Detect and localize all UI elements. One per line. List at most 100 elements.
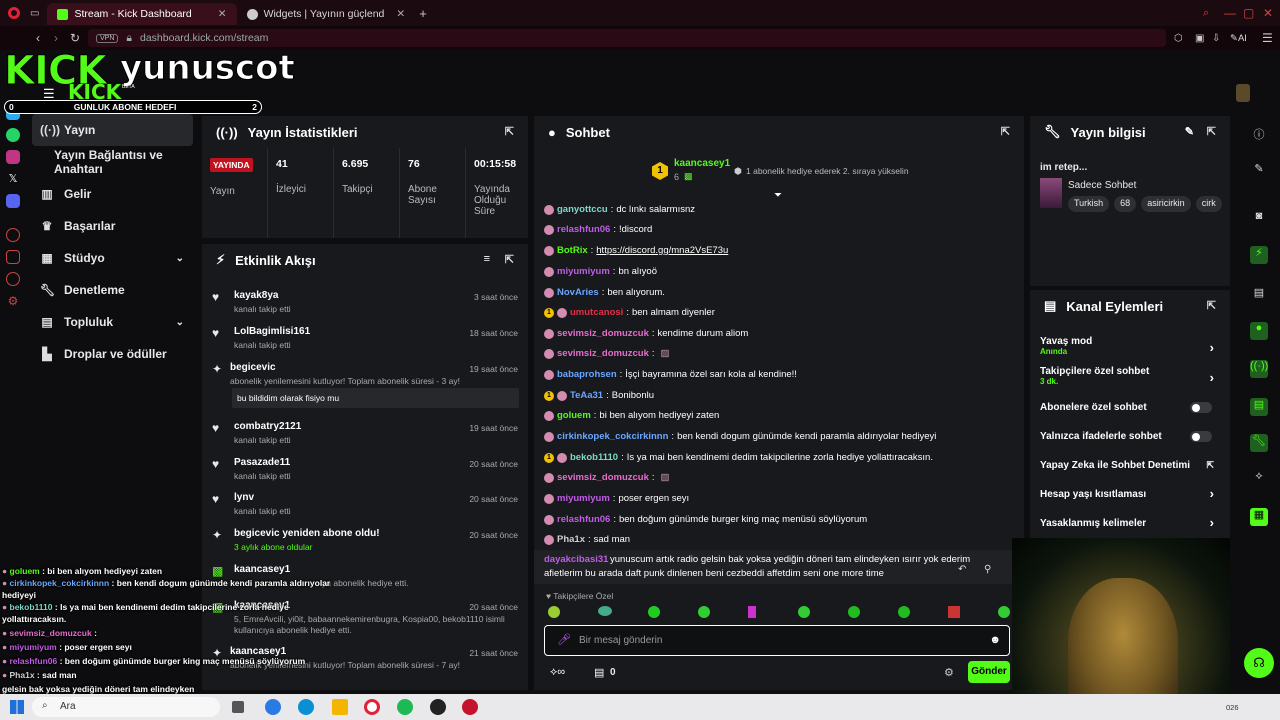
emote-icon[interactable] — [648, 606, 660, 618]
nav-drops[interactable]: ▙ Droplar ve ödüller — [26, 338, 200, 370]
chat-username[interactable]: relashfun06 — [557, 224, 610, 235]
slow-mode-row[interactable]: Yavaş mod Anında › — [1040, 336, 1222, 360]
download-icon[interactable]: ⇩ — [1212, 33, 1220, 44]
instagram-icon[interactable] — [6, 150, 20, 164]
back-icon[interactable]: ‹ — [36, 31, 40, 45]
nav-community[interactable]: ▤ Topluluk ⌄ — [26, 306, 200, 338]
toggle[interactable] — [1190, 431, 1212, 442]
camera-icon[interactable]: ◙ — [1250, 210, 1268, 228]
emote-icon[interactable] — [948, 606, 960, 618]
chat-username[interactable]: miyumiyum — [557, 266, 610, 277]
vpn-badge[interactable]: VPN — [96, 33, 119, 43]
chat-username[interactable]: sevimsiz_domuzcuk — [557, 472, 649, 483]
obs-icon[interactable] — [430, 699, 446, 715]
chat-message[interactable]: babaprohsen: İşçi bayramına özel sarı kol… — [544, 369, 797, 380]
history-icon[interactable] — [6, 228, 20, 242]
chat-message[interactable]: sevimsiz_domuzcuk: ▨ — [544, 348, 670, 359]
menu-icon[interactable]: ☰ — [1262, 31, 1273, 45]
file-explorer-icon[interactable] — [332, 699, 348, 715]
nav-studio[interactable]: ▦ Stüdyo ⌄ — [26, 242, 200, 274]
nav-stream-key[interactable]: Yayın Bağlantısı ve Anahtarı — [26, 146, 200, 178]
clapper-icon[interactable]: ▦ — [1250, 508, 1268, 526]
chat-username[interactable]: sevimsiz_domuzcuk — [557, 348, 649, 359]
share-icon[interactable]: ⟡ — [1250, 470, 1268, 488]
emotes-only-row[interactable]: Yalnızca ifadelerle sohbet — [1040, 431, 1222, 442]
gift-icon[interactable]: ⟡∞ — [550, 666, 565, 679]
reply-icon[interactable]: ↶ — [958, 564, 966, 575]
chat-message[interactable]: relashfun06: ben doğum günümde burger kin… — [544, 514, 867, 525]
edit-icon[interactable]: ✎ — [1185, 125, 1194, 138]
chat-username[interactable]: babaprohsen — [557, 369, 617, 380]
emote-icon[interactable] — [748, 606, 756, 618]
popout-icon[interactable]: ⇱ — [1001, 125, 1010, 138]
workspaces-icon[interactable]: ▭ — [30, 8, 39, 19]
chat-username[interactable]: umutcanosi — [570, 307, 623, 318]
opera-icon[interactable] — [364, 699, 380, 715]
emote-icon[interactable] — [848, 606, 860, 618]
chat-message[interactable]: 1 TeAa31: Bonibonlu — [544, 390, 654, 401]
spotify-icon[interactable] — [397, 699, 413, 715]
lightning-icon[interactable]: ⚡︎ — [1250, 246, 1268, 264]
popout-icon[interactable]: ⇱ — [1207, 125, 1216, 138]
chat-message[interactable]: BotRix: https://discord.gg/mna2VsE73u — [544, 245, 728, 256]
emote-icon[interactable] — [598, 606, 612, 616]
profile-avatar[interactable] — [1236, 84, 1250, 102]
x-icon[interactable]: 𝕏 — [6, 172, 20, 186]
windows-start-icon[interactable] — [10, 700, 24, 714]
mic-icon[interactable]: 🎤︎ — [557, 633, 571, 646]
emote-icon[interactable] — [998, 606, 1010, 618]
search-icon[interactable]: ⌕ — [1203, 7, 1209, 20]
chat-message[interactable]: miyumiyum: bn alıyoö — [544, 266, 657, 277]
emote-icon[interactable] — [548, 606, 560, 618]
broadcast-icon[interactable]: ((·)) — [1250, 360, 1268, 378]
edge-icon[interactable] — [298, 699, 314, 715]
chat-settings-icon[interactable]: ⚙ — [944, 666, 954, 679]
chat-username[interactable]: BotRix — [557, 245, 588, 256]
chat-bubble-icon[interactable]: ● — [1250, 322, 1268, 340]
emoji-icon[interactable]: ☻ — [989, 634, 1001, 646]
info-icon[interactable]: ⓘ — [1250, 126, 1268, 144]
tab-widgets[interactable]: Widgets | Yayının güçlend ✕ — [237, 3, 416, 25]
chat-username[interactable]: bekob1110 — [570, 452, 618, 463]
chat-message[interactable]: goluem: bi ben alıyom hediyeyi zaten — [544, 410, 719, 421]
media-player-icon[interactable] — [462, 699, 478, 715]
chat-message-input[interactable]: 🎤︎ Bir mesaj gönderin ☻ — [544, 625, 1010, 656]
store-icon[interactable]: ▤ — [594, 666, 604, 679]
toggle[interactable] — [1190, 402, 1212, 413]
support-icon[interactable]: ☊ — [1244, 648, 1274, 678]
chat-message[interactable]: cirkinkopek_cokcirkinnn: ben kendi dogum … — [544, 431, 936, 442]
popout-icon[interactable]: ⇱ — [1207, 299, 1216, 312]
nav-stream[interactable]: ((·)) Yayın — [32, 114, 193, 146]
chat-username[interactable]: TeAa31 — [570, 390, 603, 401]
banned-words-row[interactable]: Yasaklanmış kelimeler › — [1040, 515, 1222, 530]
chat-message[interactable]: sevimsiz_domuzcuk: kendime durum aliom — [544, 328, 748, 339]
task-view-icon[interactable] — [232, 701, 244, 713]
forward-icon[interactable]: › — [54, 31, 58, 45]
chat-username[interactable]: cirkinkopek_cokcirkinnn — [557, 431, 668, 442]
maximize-icon[interactable]: ▢ — [1243, 6, 1254, 20]
chat-message[interactable]: 1 umutcanosi: ben almam diyenler — [544, 307, 715, 318]
edit-icon[interactable]: ✎ — [1250, 162, 1268, 180]
chat-message[interactable]: Pha1x: sad man — [544, 534, 630, 545]
subscribers-only-row[interactable]: Abonelere özel sohbet — [1040, 402, 1222, 413]
minimize-icon[interactable]: — — [1224, 6, 1236, 20]
filter-icon[interactable]: ≡ — [484, 253, 490, 265]
nav-achievements[interactable]: ♛ Başarılar — [26, 210, 200, 242]
extensions-icon[interactable]: ⬡ — [1174, 33, 1183, 44]
popout-icon[interactable]: ⇱ — [505, 253, 514, 266]
chat-username[interactable]: Pha1x — [557, 534, 585, 545]
whatsapp-icon[interactable] — [6, 128, 20, 142]
settings-icon[interactable]: ⚙ — [6, 294, 20, 308]
emote-icon[interactable] — [898, 606, 910, 618]
chat-ai-icon[interactable] — [6, 272, 20, 286]
emote-icon[interactable] — [698, 606, 710, 618]
new-tab-icon[interactable]: + — [419, 6, 427, 21]
channel-actions-icon[interactable]: ▤ — [1250, 398, 1268, 416]
chat-username[interactable]: ganyottccu — [557, 204, 608, 215]
opera-logo-icon[interactable] — [8, 7, 20, 19]
send-button[interactable]: Gönder — [968, 661, 1010, 683]
close-icon[interactable]: ✕ — [218, 8, 227, 20]
edge-copilot-icon[interactable] — [265, 699, 281, 715]
chat-username[interactable]: miyumiyum — [557, 493, 610, 504]
chat-message[interactable]: 1 bekob1110: Is ya mai ben kendinemi dedim… — [544, 452, 933, 463]
